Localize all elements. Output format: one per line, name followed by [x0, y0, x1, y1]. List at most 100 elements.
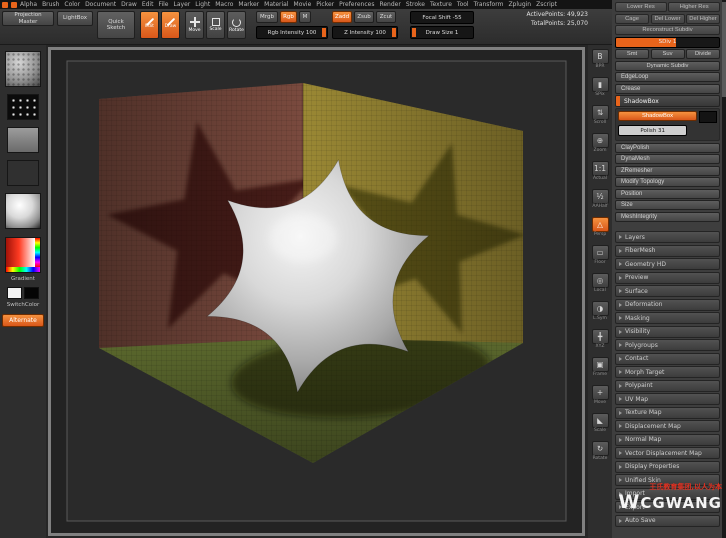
texture-thumbnail[interactable]	[7, 160, 39, 186]
subpalette-header[interactable]: Displacement Map	[615, 420, 720, 432]
subpalette-header[interactable]: Polypaint	[615, 379, 720, 392]
tool-button[interactable]: Cage	[615, 13, 649, 24]
shelf-icon-button[interactable]: ▭ Floor	[591, 245, 609, 266]
tool-button[interactable]: Dynamic Subdiv	[615, 60, 720, 71]
slider-thumb[interactable]	[411, 27, 417, 38]
subpalette-header[interactable]: Contact	[615, 352, 720, 365]
shelf-icon-button[interactable]: ↻ Rotate	[591, 441, 609, 462]
subpalette-header[interactable]: Surface	[615, 285, 720, 297]
tool-button[interactable]: Suv	[650, 49, 685, 59]
shelf-icon-button[interactable]: ◣ Scale	[591, 413, 609, 434]
subpalette-header[interactable]: Polygroups	[615, 339, 720, 351]
alternate-button[interactable]: Alternate	[2, 314, 44, 327]
polish-slider[interactable]: Polish 31	[618, 125, 688, 136]
zadd-button[interactable]: Zadd	[332, 11, 352, 23]
crease-button[interactable]: Crease	[615, 83, 720, 94]
shelf-icon-button[interactable]: ╋ XYZ	[591, 329, 609, 350]
move-mode-button[interactable]: Move	[185, 11, 204, 39]
menu-item[interactable]: Zscript	[536, 0, 557, 9]
menu-item[interactable]: Transform	[474, 0, 504, 9]
menu-item[interactable]: Document	[85, 0, 116, 9]
color-picker[interactable]	[5, 237, 41, 273]
geometry-tool-button[interactable]: Size	[615, 200, 720, 210]
subpalette-header[interactable]: Display Properties	[615, 460, 720, 473]
menu-item[interactable]: Color	[64, 0, 80, 9]
subpalette-header[interactable]: Layers	[615, 231, 720, 243]
tool-button[interactable]: Divide	[686, 49, 720, 59]
geometry-tool-button[interactable]: MeshIntegrity	[615, 211, 720, 222]
draw-mode-button[interactable]: Draw	[161, 11, 180, 39]
menu-item[interactable]: Light	[195, 0, 210, 9]
geometry-tool-button[interactable]: DynaMesh	[615, 154, 720, 164]
subpalette-header[interactable]: Export	[615, 501, 720, 513]
tool-button[interactable]: Lower Res	[615, 2, 667, 12]
shelf-icon-button[interactable]: B BPR	[591, 49, 609, 70]
subpalette-header[interactable]: FiberMesh	[615, 244, 720, 257]
color-picker-field[interactable]	[6, 238, 35, 267]
shelf-icon-button[interactable]: ½ AAHalf	[591, 189, 609, 210]
subpalette-header[interactable]: Vector Displacement Map	[615, 447, 720, 459]
subpalette-header[interactable]: Morph Target	[615, 366, 720, 378]
shelf-icon-button[interactable]: ◎ Local	[591, 273, 609, 294]
alpha-thumbnail[interactable]	[7, 127, 39, 153]
tool-button[interactable]: Higher Res	[668, 2, 720, 12]
lightbox-button[interactable]: LightBox	[57, 11, 93, 26]
zsub-button[interactable]: Zsub	[354, 11, 374, 23]
tool-button[interactable]: Del Lower	[650, 13, 685, 24]
menu-item[interactable]: Edit	[142, 0, 154, 9]
menu-item[interactable]: Movie	[294, 0, 312, 9]
shelf-icon-button[interactable]: ⇅ Scroll	[591, 105, 609, 126]
subpalette-header[interactable]: Unified Skin	[615, 474, 720, 486]
edgeloop-button[interactable]: EdgeLoop	[615, 72, 720, 82]
stroke-type-thumbnail[interactable]	[7, 94, 39, 120]
shelf-icon-button[interactable]: + Move	[591, 385, 609, 406]
menu-item[interactable]: Draw	[121, 0, 137, 9]
slider-thumb[interactable]	[391, 27, 397, 38]
menu-item[interactable]: Picker	[316, 0, 334, 9]
tool-button[interactable]: Smt	[615, 49, 649, 59]
geometry-tool-button[interactable]: Modify Topology	[615, 177, 720, 187]
shelf-icon-button[interactable]: ▣ Frame	[591, 357, 609, 378]
subpalette-header[interactable]: Preview	[615, 271, 720, 284]
slider-thumb[interactable]	[321, 27, 327, 38]
tool-button[interactable]: Reconstruct Subdiv	[615, 25, 720, 35]
menu-item[interactable]: Brush	[42, 0, 59, 9]
scale-mode-button[interactable]: Scale	[206, 11, 225, 39]
subpalette-header[interactable]: UV Map	[615, 393, 720, 405]
projection-master-button[interactable]: Projection Master	[2, 11, 54, 26]
menu-item[interactable]: File	[158, 0, 168, 9]
menu-item[interactable]: Tool	[457, 0, 469, 9]
subpalette-header[interactable]: Geometry HD	[615, 258, 720, 270]
subpalette-header[interactable]: Deformation	[615, 298, 720, 311]
menu-item[interactable]: Alpha	[20, 0, 37, 9]
shadowbox-toggle-button[interactable]: ShadowBox	[618, 111, 697, 121]
geometry-tool-button[interactable]: Position	[615, 188, 720, 199]
hue-strip-vertical[interactable]	[35, 238, 40, 267]
mrgb-button[interactable]: Mrgb	[256, 11, 278, 23]
sdiv-slider[interactable]: SDiv 1	[615, 36, 720, 48]
shelf-icon-button[interactable]: ⊕ Zoom	[591, 133, 609, 154]
m-button[interactable]: M	[299, 11, 311, 23]
menu-item[interactable]: Stroke	[406, 0, 425, 9]
shelf-icon-button[interactable]: ▮ SPix	[591, 77, 609, 98]
secondary-color-swatch[interactable]	[24, 287, 39, 299]
geometry-tool-button[interactable]: ClayPolish	[615, 142, 720, 153]
subpalette-header[interactable]: Masking	[615, 312, 720, 324]
canvas[interactable]	[51, 50, 582, 533]
focal-shift-slider[interactable]: Focal Shift -55	[410, 11, 474, 24]
panel-scrollbar[interactable]	[722, 0, 726, 538]
menu-item[interactable]: Render	[379, 0, 400, 9]
tool-button[interactable]: Del Higher	[686, 13, 720, 24]
shadowbox-res-box[interactable]	[699, 111, 717, 123]
rgb-button[interactable]: Rgb	[280, 11, 297, 23]
menu-item[interactable]: Macro	[215, 0, 233, 9]
app-icon[interactable]	[2, 1, 8, 8]
geometry-tool-button[interactable]: ZRemesher	[615, 165, 720, 176]
z-intensity-slider[interactable]: Z Intensity 100	[332, 26, 398, 39]
subpalette-header[interactable]: Normal Map	[615, 433, 720, 446]
edit-mode-button[interactable]: Edit	[140, 11, 159, 39]
menu-item[interactable]: Zplugin	[508, 0, 531, 9]
menu-item[interactable]: Texture	[430, 0, 452, 9]
menu-item[interactable]: Layer	[174, 0, 191, 9]
switchcolor-label[interactable]: SwitchColor	[7, 302, 40, 309]
